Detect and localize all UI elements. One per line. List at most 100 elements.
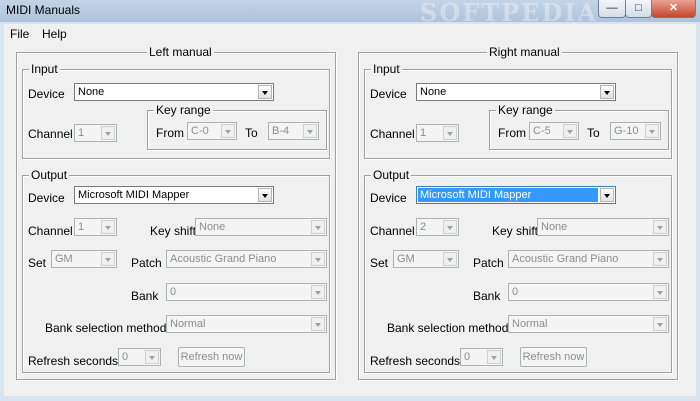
left-input-title: Input xyxy=(29,62,60,76)
right-bank-label: Bank xyxy=(473,289,501,303)
chevron-down-icon xyxy=(443,220,457,234)
chevron-down-icon xyxy=(258,188,272,202)
left-patch-select[interactable]: Acoustic Grand Piano xyxy=(166,250,327,268)
chevron-down-icon xyxy=(653,252,667,266)
right-bank-method-label: Bank selection method xyxy=(387,321,509,335)
right-input-channel-select[interactable]: 1 xyxy=(416,124,459,142)
left-refresh-select[interactable]: 0 xyxy=(118,348,161,366)
left-key-shift-select[interactable]: None xyxy=(195,218,327,236)
chevron-down-icon xyxy=(311,317,325,331)
client-area: Left manual Input Device None Channel 1 … xyxy=(4,44,696,396)
menu-bar: File Help xyxy=(4,24,696,44)
chevron-down-icon xyxy=(311,285,325,299)
left-output-title: Output xyxy=(29,168,70,182)
left-refresh-now-button[interactable]: Refresh now xyxy=(178,347,245,367)
right-set-label: Set xyxy=(370,256,389,270)
chevron-down-icon xyxy=(101,126,115,140)
left-output-channel-label: Channel xyxy=(28,224,73,238)
right-key-range-title: Key range xyxy=(496,103,555,117)
left-from-select[interactable]: C-0 xyxy=(187,122,237,140)
left-input-device-label: Device xyxy=(28,87,65,101)
left-manual-title: Left manual xyxy=(147,45,214,59)
close-button[interactable]: ✕ xyxy=(651,0,696,18)
right-to-label: To xyxy=(587,126,600,140)
left-bank-label: Bank xyxy=(131,289,159,303)
right-input-device-label: Device xyxy=(370,87,407,101)
chevron-down-icon xyxy=(145,350,159,364)
right-output-channel-select[interactable]: 2 xyxy=(416,218,459,236)
chevron-down-icon xyxy=(653,220,667,234)
right-manual-title: Right manual xyxy=(487,45,562,59)
right-output-device-label: Device xyxy=(370,191,407,205)
minimize-button[interactable]: — xyxy=(598,0,626,18)
maximize-button[interactable]: □ xyxy=(625,0,652,18)
window-bottom-border xyxy=(4,396,696,401)
right-output-group: Output Device Microsoft MIDI Mapper Chan… xyxy=(364,168,672,373)
left-bank-method-select[interactable]: Normal xyxy=(166,315,327,333)
chevron-down-icon xyxy=(563,124,577,138)
title-bar[interactable]: MIDI Manuals SOFTPEDIA — □ ✕ xyxy=(0,0,700,27)
left-output-channel-select[interactable]: 1 xyxy=(74,218,117,236)
left-bank-method-label: Bank selection method xyxy=(45,321,167,335)
app-window: MIDI Manuals SOFTPEDIA — □ ✕ File Help L… xyxy=(0,0,700,401)
left-key-shift-label: Key shift xyxy=(150,224,197,238)
left-refresh-label: Refresh seconds xyxy=(28,354,119,368)
chevron-down-icon xyxy=(258,85,272,99)
left-key-range-title: Key range xyxy=(154,103,213,117)
left-input-group: Input Device None Channel 1 Key range Fr… xyxy=(22,62,330,159)
chevron-down-icon xyxy=(653,285,667,299)
left-from-label: From xyxy=(156,126,184,140)
right-patch-label: Patch xyxy=(473,256,504,270)
chevron-down-icon xyxy=(101,220,115,234)
right-bank-method-select[interactable]: Normal xyxy=(508,315,669,333)
menu-file[interactable]: File xyxy=(10,27,29,41)
right-key-shift-label: Key shift xyxy=(492,224,539,238)
right-refresh-select[interactable]: 0 xyxy=(460,348,503,366)
right-refresh-now-button[interactable]: Refresh now xyxy=(520,347,587,367)
chevron-down-icon xyxy=(311,252,325,266)
left-to-label: To xyxy=(245,126,258,140)
left-manual-group: Left manual Input Device None Channel 1 … xyxy=(16,45,336,380)
left-set-label: Set xyxy=(28,256,47,270)
right-key-range-group: Key range From C-5 To G-10 xyxy=(489,103,669,150)
chevron-down-icon xyxy=(600,188,614,202)
right-bank-select[interactable]: 0 xyxy=(508,283,669,301)
left-output-device-label: Device xyxy=(28,191,65,205)
chevron-down-icon xyxy=(303,124,317,138)
chevron-down-icon xyxy=(101,252,115,266)
left-to-select[interactable]: B-4 xyxy=(268,122,319,140)
right-manual-group: Right manual Input Device None Channel 1… xyxy=(358,45,678,380)
chevron-down-icon xyxy=(653,317,667,331)
left-output-device-select[interactable]: Microsoft MIDI Mapper xyxy=(74,186,274,204)
left-bank-select[interactable]: 0 xyxy=(166,283,327,301)
chevron-down-icon xyxy=(443,126,457,140)
left-set-select[interactable]: GM xyxy=(51,250,117,268)
right-output-channel-label: Channel xyxy=(370,224,415,238)
right-input-device-select[interactable]: None xyxy=(416,83,616,101)
chevron-down-icon xyxy=(600,85,614,99)
right-from-label: From xyxy=(498,126,526,140)
chevron-down-icon xyxy=(443,252,457,266)
right-from-select[interactable]: C-5 xyxy=(529,122,579,140)
right-set-select[interactable]: GM xyxy=(393,250,459,268)
softpedia-watermark: SOFTPEDIA xyxy=(420,0,599,27)
right-to-select[interactable]: G-10 xyxy=(610,122,661,140)
window-title: MIDI Manuals xyxy=(6,3,81,17)
right-input-channel-label: Channel xyxy=(370,127,415,141)
right-input-title: Input xyxy=(371,62,402,76)
left-patch-label: Patch xyxy=(131,256,162,270)
left-input-device-select[interactable]: None xyxy=(74,83,274,101)
right-refresh-label: Refresh seconds xyxy=(370,354,461,368)
chevron-down-icon xyxy=(487,350,501,364)
left-input-channel-select[interactable]: 1 xyxy=(74,124,117,142)
left-key-range-group: Key range From C-0 To B-4 xyxy=(147,103,327,150)
chevron-down-icon xyxy=(311,220,325,234)
left-output-group: Output Device Microsoft MIDI Mapper Chan… xyxy=(22,168,330,373)
right-output-title: Output xyxy=(371,168,412,182)
menu-help[interactable]: Help xyxy=(42,27,67,41)
right-input-group: Input Device None Channel 1 Key range Fr… xyxy=(364,62,672,159)
left-input-channel-label: Channel xyxy=(28,127,73,141)
right-output-device-select[interactable]: Microsoft MIDI Mapper xyxy=(416,186,616,204)
right-key-shift-select[interactable]: None xyxy=(537,218,669,236)
right-patch-select[interactable]: Acoustic Grand Piano xyxy=(508,250,669,268)
